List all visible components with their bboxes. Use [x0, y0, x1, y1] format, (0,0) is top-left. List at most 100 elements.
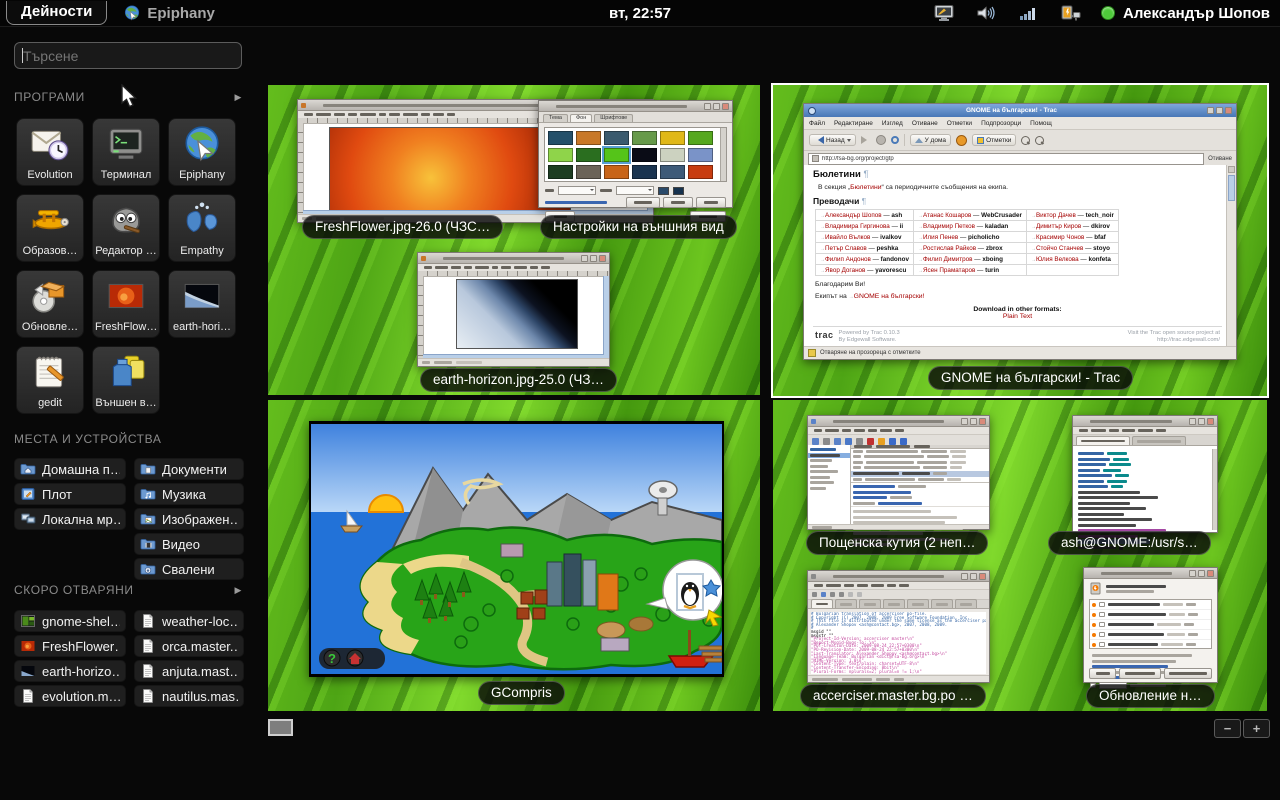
recent-item-label: earth-horizo…: [42, 664, 120, 679]
app-tile-label: Редактор …: [95, 245, 156, 257]
applications-grid: EvolutionТерминалEpiphany Образов… Редакто…: [16, 118, 238, 414]
place-item[interactable]: Музика: [134, 483, 244, 505]
document-tab: [955, 599, 977, 608]
app-tile[interactable]: Empathy: [168, 194, 236, 262]
text-line: [302, 112, 455, 118]
expand-recent-icon[interactable]: ▶: [234, 585, 242, 596]
text-line: [1090, 610, 1211, 620]
app-tile[interactable]: Evolution: [16, 118, 84, 186]
epiphany-icon: [181, 119, 223, 169]
app-tile[interactable]: Обновле…: [16, 270, 84, 338]
wallpaper-thumbnail: [548, 131, 573, 145]
recent-item[interactable]: anjuta.mast…: [134, 660, 244, 682]
window-preview-evolution-mail[interactable]: [807, 415, 990, 530]
activities-button[interactable]: Дейности: [6, 1, 107, 25]
workspace-1[interactable]: ТемаФонШрифтове: [268, 85, 760, 395]
user-menu[interactable]: Александър Шопов: [1101, 5, 1270, 22]
text-line: [851, 477, 989, 483]
wallpaper-thumbnail: [688, 165, 713, 179]
window-preview-gimp-earth[interactable]: [417, 252, 610, 367]
recent-item[interactable]: nautilus.mas…: [134, 685, 244, 707]
mouse-cursor: [116, 84, 140, 115]
folder-sidebar: [808, 445, 851, 525]
battery-icon[interactable]: [1059, 4, 1081, 22]
browser-menu-item: Отиване: [912, 120, 938, 127]
workspace-2-active[interactable]: GNOME на български! - Trac ФайлРедактира…: [773, 85, 1267, 396]
text-line: [851, 501, 989, 507]
window-preview-appearance[interactable]: ТемаФонШрифтове: [538, 100, 733, 208]
app-tile[interactable]: gedit: [16, 346, 84, 414]
wallpaper-thumbnail: [576, 131, 601, 145]
window-label: GNOME на български! - Trac: [928, 366, 1133, 390]
app-menu[interactable]: Epiphany: [123, 4, 215, 22]
app-tile[interactable]: Терминал: [92, 118, 160, 186]
section-header-places: МЕСТА И УСТРОЙСТВА: [14, 432, 242, 446]
place-item[interactable]: Свалени: [134, 558, 244, 580]
browser-menu-item: Отметки: [947, 120, 972, 127]
window-preview-gedit-po[interactable]: # Bulgarian translation of accerciser po…: [807, 570, 990, 683]
workspace-3[interactable]: ? GCompris: [268, 400, 760, 711]
gcompris-scene: ?: [311, 424, 722, 674]
app-tile[interactable]: Образов…: [16, 194, 84, 262]
window-titlebar: [539, 101, 732, 112]
app-tile[interactable]: Редактор …: [92, 194, 160, 262]
display-icon[interactable]: [933, 4, 955, 22]
evolution-icon: [29, 119, 71, 169]
home-button: У дома: [910, 134, 951, 146]
workspace-4[interactable]: # Bulgarian translation of accerciser po…: [773, 400, 1267, 711]
window-preview-update-manager[interactable]: [1083, 567, 1218, 683]
stop-icon: [876, 135, 886, 145]
check-button: [1119, 668, 1160, 679]
window-preview-epiphany-trac[interactable]: GNOME на български! - Trac ФайлРедактира…: [803, 103, 1237, 360]
recent-item[interactable]: gnome-shel…: [14, 610, 126, 632]
wallpaper-thumbnail: [604, 131, 629, 145]
window-icon: [808, 107, 816, 115]
app-tile[interactable]: earth-hori…: [168, 270, 236, 338]
text-line: [812, 428, 904, 434]
app-tile[interactable]: Epiphany: [168, 118, 236, 186]
po-file-text: # Bulgarian translation of accerciser po…: [811, 612, 986, 674]
workspace-add-button[interactable]: +: [1243, 719, 1270, 738]
place-item[interactable]: Изображен…: [134, 508, 244, 530]
place-item[interactable]: Видео: [134, 533, 244, 555]
documents-folder-icon: [140, 461, 156, 477]
app-tile[interactable]: FreshFlow…: [92, 270, 160, 338]
place-item[interactable]: Домашна п…: [14, 458, 126, 480]
translators-table: →Александър Шопов — ash→Атанас Кошаров —…: [815, 209, 1119, 276]
translator-cell: →Александър Шопов — ash: [816, 210, 914, 221]
search-input[interactable]: [14, 42, 242, 69]
app-tile[interactable]: Външен в…: [92, 346, 160, 414]
user-name: Александър Шопов: [1123, 5, 1270, 22]
wallpaper-thumbnail: [604, 148, 629, 162]
recent-item-label: evolution.m…: [42, 689, 120, 704]
window-preview-terminal[interactable]: [1072, 415, 1218, 533]
network-signal-icon[interactable]: [1017, 4, 1039, 22]
wallpaper-thumbnail: [548, 165, 573, 179]
volume-icon[interactable]: [975, 4, 997, 22]
document-tab: [835, 599, 857, 608]
place-item[interactable]: Документи: [134, 458, 244, 480]
gcompris-icon: [29, 195, 71, 245]
updates-list: [1089, 599, 1212, 649]
window-preview-gcompris[interactable]: ?: [309, 421, 724, 677]
trac-logo: trac: [815, 330, 834, 340]
recent-item[interactable]: FreshFlower…: [14, 635, 126, 657]
expand-programs-icon[interactable]: ▶: [234, 92, 242, 103]
recent-item[interactable]: orca.master.…: [134, 635, 244, 657]
install-updates-button: [1164, 668, 1212, 679]
appearance-tab: Фон: [570, 114, 592, 122]
place-item[interactable]: Плот: [14, 483, 126, 505]
recent-item[interactable]: weather-loc…: [134, 610, 244, 632]
recent-item[interactable]: evolution.m…: [14, 685, 126, 707]
forward-icon: [861, 136, 871, 144]
translator-cell: →Владимира Гиргинова — ii: [816, 221, 914, 232]
place-item[interactable]: Локална мр…: [14, 508, 126, 530]
recent-item[interactable]: earth-horizo…: [14, 660, 126, 682]
translator-cell: →Виктор Дачев — tech_noir: [1026, 210, 1118, 221]
workspace-remove-button[interactable]: −: [1214, 719, 1241, 738]
help-icon: ?: [328, 651, 336, 666]
workspace-indicator[interactable]: [268, 719, 293, 736]
gnome-shell-overview: Дейности Epiphany вт, 22:57 Александър Ш…: [0, 0, 1280, 800]
image-canvas-freshflower: [329, 127, 571, 215]
clock[interactable]: вт, 22:57: [609, 5, 671, 22]
